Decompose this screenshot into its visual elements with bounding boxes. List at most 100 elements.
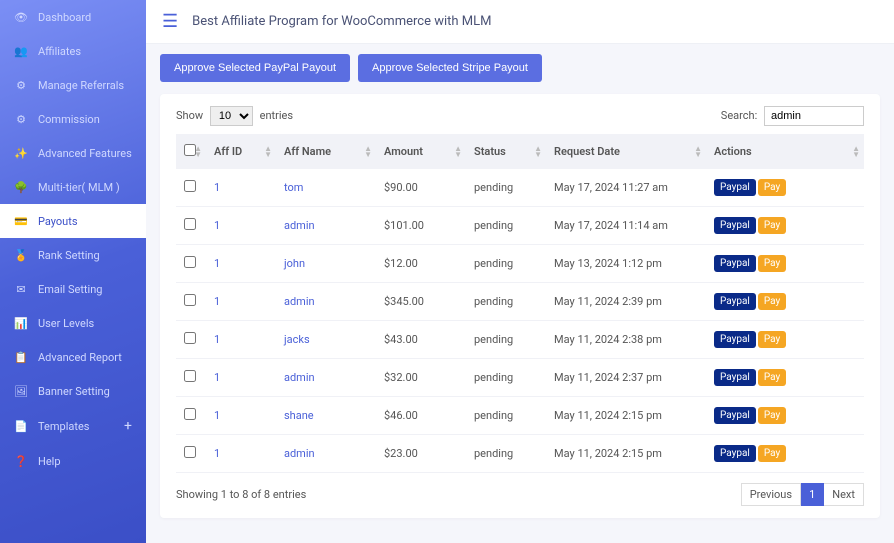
page-next[interactable]: Next <box>824 483 864 506</box>
paypal-badge[interactable]: Paypal <box>714 369 756 386</box>
pay-button[interactable]: Pay <box>758 407 786 424</box>
content: Approve Selected PayPal Payout Approve S… <box>146 44 894 543</box>
users-icon: 👥 <box>14 44 28 58</box>
sidebar-item-user-levels[interactable]: 📊 User Levels <box>0 306 146 340</box>
sidebar-item-label: Payouts <box>38 215 78 228</box>
aff-id-link[interactable]: 1 <box>214 371 220 384</box>
aff-id-link[interactable]: 1 <box>214 257 220 270</box>
paypal-badge[interactable]: Paypal <box>714 255 756 272</box>
paypal-badge[interactable]: Paypal <box>714 293 756 310</box>
aff-id-link[interactable]: 1 <box>214 447 220 460</box>
table-row: 1jacks$43.00pendingMay 11, 2024 2:38 pmP… <box>176 321 864 359</box>
aff-name-link[interactable]: admin <box>284 371 315 384</box>
aff-id-link[interactable]: 1 <box>214 409 220 422</box>
table-controls: Show 10 entries Search: <box>176 106 864 126</box>
aff-name-link[interactable]: jacks <box>284 333 310 346</box>
aff-name-link[interactable]: tom <box>284 181 303 194</box>
sidebar: 👁Dashboard👥Affiliates⚙Manage Referrals⚙C… <box>0 0 146 543</box>
sidebar-item-label: Templates <box>38 420 89 433</box>
sidebar-item-multi-tier-mlm-[interactable]: 🌳Multi-tier( MLM ) <box>0 170 146 204</box>
column-header[interactable]: Request Date ▲▼ <box>546 134 706 169</box>
pay-button[interactable]: Pay <box>758 179 786 196</box>
status-cell: pending <box>466 397 546 435</box>
header-label: Status <box>474 145 506 158</box>
aff-name-link[interactable]: admin <box>284 295 315 308</box>
header-label: Amount <box>384 145 423 158</box>
status-cell: pending <box>466 169 546 207</box>
sort-icon: ▲▼ <box>694 146 702 158</box>
column-header[interactable]: Actions▲▼ <box>706 134 864 169</box>
pay-button[interactable]: Pay <box>758 293 786 310</box>
sidebar-item-payouts[interactable]: 💳Payouts <box>0 204 146 238</box>
row-checkbox[interactable] <box>184 332 196 344</box>
sort-icon: ▲▼ <box>534 146 542 158</box>
aff-name-link[interactable]: admin <box>284 447 315 460</box>
sidebar-item-dashboard[interactable]: 👁Dashboard <box>0 0 146 34</box>
column-header[interactable]: ▲▼ <box>176 134 206 169</box>
header-label: Aff ID <box>214 145 242 158</box>
bars-icon: 📊 <box>14 316 28 330</box>
sidebar-item-manage-referrals[interactable]: ⚙Manage Referrals <box>0 68 146 102</box>
row-checkbox[interactable] <box>184 446 196 458</box>
paypal-badge[interactable]: Paypal <box>714 179 756 196</box>
pagination: Previous 1 Next <box>741 483 864 506</box>
status-cell: pending <box>466 207 546 245</box>
tree-icon: 🌳 <box>14 180 28 194</box>
aff-id-link[interactable]: 1 <box>214 181 220 194</box>
menu-toggle-icon[interactable]: ☰ <box>162 11 178 32</box>
status-cell: pending <box>466 435 546 473</box>
search-input[interactable] <box>764 106 864 126</box>
sidebar-item-help[interactable]: ❓Help <box>0 444 146 478</box>
amount-cell: $90.00 <box>376 169 466 207</box>
aff-name-link[interactable]: admin <box>284 219 315 232</box>
column-header[interactable]: Amount▲▼ <box>376 134 466 169</box>
bulk-actions: Approve Selected PayPal Payout Approve S… <box>160 54 880 82</box>
date-cell: May 17, 2024 11:27 am <box>546 169 706 207</box>
sidebar-item-commission[interactable]: ⚙Commission <box>0 102 146 136</box>
sidebar-item-advanced-report[interactable]: 📋Advanced Report <box>0 340 146 374</box>
paypal-badge[interactable]: Paypal <box>714 217 756 234</box>
sidebar-item-label: User Levels <box>38 317 94 330</box>
sidebar-item-email-setting[interactable]: ✉Email Setting <box>0 272 146 306</box>
gear-icon: ⚙ <box>14 112 28 126</box>
sidebar-item-banner-setting[interactable]: 🖼Banner Setting <box>0 374 146 408</box>
aff-name-link[interactable]: shane <box>284 409 314 422</box>
table-row: 1 tom $90.00pendingMay 17, 2024 11:27 am Pa… <box>176 169 864 207</box>
pay-button[interactable]: Pay <box>758 445 786 462</box>
column-header[interactable]: Status ▲▼ <box>466 134 546 169</box>
aff-id-link[interactable]: 1 <box>214 333 220 346</box>
pay-button[interactable]: Pay <box>758 217 786 234</box>
table-info: Showing 1 to 8 of 8 entries <box>176 488 306 501</box>
sidebar-item-label: Dashboard <box>38 11 91 24</box>
aff-name-link[interactable]: john <box>284 257 305 270</box>
column-header[interactable]: Aff ID▲▼ <box>206 134 276 169</box>
paypal-badge[interactable]: Paypal <box>714 407 756 424</box>
sidebar-item-rank-setting[interactable]: 🏅Rank Setting <box>0 238 146 272</box>
column-header[interactable]: Aff Name▲▼ <box>276 134 376 169</box>
row-checkbox[interactable] <box>184 294 196 306</box>
pay-button[interactable]: Pay <box>758 331 786 348</box>
paypal-badge[interactable]: Paypal <box>714 445 756 462</box>
header-label: Request Date <box>554 145 620 158</box>
pay-button[interactable]: Pay <box>758 369 786 386</box>
gear-icon: ⚙ <box>14 78 28 92</box>
row-checkbox[interactable] <box>184 218 196 230</box>
approve-paypal-button[interactable]: Approve Selected PayPal Payout <box>160 54 350 82</box>
page-1[interactable]: 1 <box>801 483 824 506</box>
row-checkbox[interactable] <box>184 256 196 268</box>
sidebar-item-affiliates[interactable]: 👥Affiliates <box>0 34 146 68</box>
row-checkbox[interactable] <box>184 180 196 192</box>
paypal-badge[interactable]: Paypal <box>714 331 756 348</box>
sidebar-item-templates[interactable]: 📄Templates+ <box>0 408 146 444</box>
plus-icon[interactable]: + <box>124 418 132 434</box>
entries-label: entries <box>260 109 293 122</box>
page-prev[interactable]: Previous <box>741 483 801 506</box>
row-checkbox[interactable] <box>184 408 196 420</box>
aff-id-link[interactable]: 1 <box>214 219 220 232</box>
approve-stripe-button[interactable]: Approve Selected Stripe Payout <box>358 54 542 82</box>
length-select[interactable]: 10 <box>210 106 253 126</box>
row-checkbox[interactable] <box>184 370 196 382</box>
aff-id-link[interactable]: 1 <box>214 295 220 308</box>
sidebar-item-advanced-features[interactable]: ✨Advanced Features <box>0 136 146 170</box>
pay-button[interactable]: Pay <box>758 255 786 272</box>
